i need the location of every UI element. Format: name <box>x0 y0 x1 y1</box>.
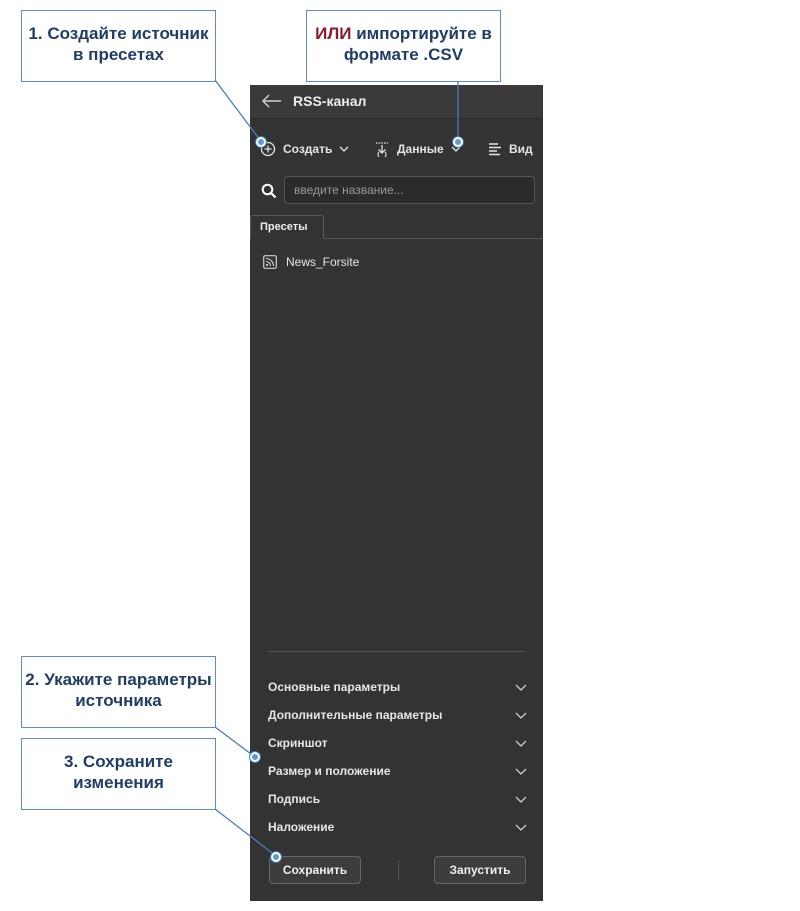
section-label: Наложение <box>268 820 335 834</box>
section-label: Скриншот <box>268 736 328 750</box>
section-label: Дополнительные параметры <box>268 708 443 722</box>
button-separator <box>398 860 399 880</box>
data-label: Данные <box>397 142 444 156</box>
chevron-down-icon <box>515 824 527 831</box>
back-arrow-icon[interactable] <box>262 94 282 108</box>
chevron-down-icon <box>515 740 527 747</box>
callout-or-accent: ИЛИ <box>315 24 352 43</box>
callout-step2: 2. Укажите параметры источника <box>21 656 216 728</box>
marker-dot <box>453 137 463 147</box>
section-basic-params[interactable]: Основные параметры <box>268 677 527 697</box>
chevron-down-icon <box>339 146 349 152</box>
tab-presets-label: Пресеты <box>260 221 308 233</box>
panel-title: RSS-канал <box>293 93 367 109</box>
search-input[interactable] <box>284 176 535 204</box>
tab-presets[interactable]: Пресеты <box>250 215 324 239</box>
callout-step3: 3. Сохраните изменения <box>21 738 216 810</box>
view-button[interactable]: Вид <box>488 137 533 161</box>
callout-step1-alt: ИЛИ импортируйте в формате .CSV <box>306 10 501 82</box>
section-caption[interactable]: Подпись <box>268 789 527 809</box>
data-button[interactable]: Данные <box>374 137 461 161</box>
create-button[interactable]: Создать <box>260 137 349 161</box>
section-extra-params[interactable]: Дополнительные параметры <box>268 705 527 725</box>
connector-step2 <box>214 726 256 758</box>
callout-step2-text: 2. Укажите параметры источника <box>25 670 212 710</box>
save-button-label: Сохранить <box>282 863 348 877</box>
callout-step1: 1. Создайте источник в пресетах <box>21 10 216 82</box>
panel-header: RSS-канал <box>250 85 543 119</box>
marker-dot <box>271 852 281 862</box>
import-icon <box>376 142 388 157</box>
view-lines-icon <box>489 143 501 156</box>
view-label: Вид <box>509 142 533 156</box>
list-item-label: News_Forsite <box>286 255 360 269</box>
section-label: Размер и положение <box>268 764 391 778</box>
section-label: Подпись <box>268 792 321 806</box>
run-button[interactable]: Запустить <box>434 856 526 884</box>
callout-or-rest: импортируйте в формате .CSV <box>343 24 492 64</box>
callout-step1-text: 1. Создайте источник в пресетах <box>28 24 209 64</box>
save-button[interactable]: Сохранить <box>269 856 361 884</box>
rss-icon <box>263 255 277 269</box>
search-icon <box>261 183 277 199</box>
marker-dot <box>250 752 260 762</box>
create-label: Создать <box>283 142 333 156</box>
list-item[interactable]: News_Forsite <box>263 253 359 271</box>
chevron-down-icon <box>515 768 527 775</box>
toolbar: Создать Данные Вид <box>250 137 543 161</box>
section-divider <box>268 651 525 652</box>
section-overlay[interactable]: Наложение <box>268 817 527 837</box>
run-button-label: Запустить <box>449 863 511 877</box>
callout-step3-text: 3. Сохраните изменения <box>64 752 173 792</box>
chevron-down-icon <box>515 796 527 803</box>
chevron-down-icon <box>515 684 527 691</box>
chevron-down-icon <box>451 146 461 152</box>
section-label: Основные параметры <box>268 680 401 694</box>
chevron-down-icon <box>515 712 527 719</box>
marker-dot <box>256 137 266 147</box>
section-screenshot[interactable]: Скриншот <box>268 733 527 753</box>
section-size-position[interactable]: Размер и положение <box>268 761 527 781</box>
rss-panel: RSS-канал Создать Данные Вид введите наз… <box>250 85 543 901</box>
